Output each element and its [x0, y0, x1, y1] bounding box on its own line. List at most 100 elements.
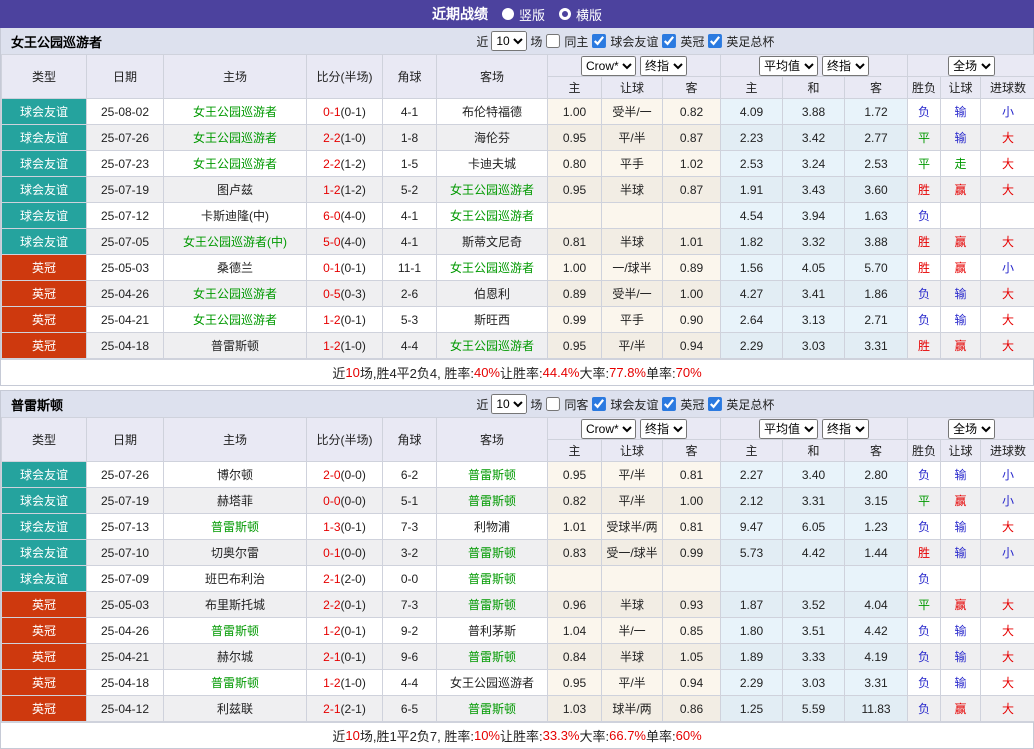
match-row: 英冠25-04-21赫尔城2-1(0-1)9-6普雷斯顿0.84半球1.051.…	[2, 644, 1034, 670]
corner-score: 11-1	[383, 255, 437, 281]
match-score: 1-2(1-0)	[307, 333, 383, 359]
avg-draw-odds	[783, 566, 845, 592]
match-date: 25-04-12	[87, 696, 164, 722]
match-row: 球会友谊25-07-13普雷斯顿1-3(0-1)7-3利物浦1.01受球半/两0…	[2, 514, 1034, 540]
result-outcome: 平	[908, 125, 941, 151]
summary-text: 近	[332, 363, 345, 382]
filter-row: 普雷斯顿 近 10 场 同客 球会友谊 英冠 英足总杯	[1, 391, 1033, 417]
same-venue-checkbox[interactable]	[546, 34, 560, 48]
league-championship-label: 英冠	[680, 396, 704, 413]
result-outcome: 负	[908, 462, 941, 488]
crow-away-odds: 0.81	[663, 514, 721, 540]
fulltime-score: 1-2	[323, 624, 340, 638]
result-outcome: 负	[908, 566, 941, 592]
avg-company-select[interactable]: 平均值	[759, 56, 818, 76]
avg-draw-odds: 3.33	[783, 644, 845, 670]
crow-handicap: 半球	[602, 177, 663, 203]
corner-score: 6-5	[383, 696, 437, 722]
league-facup-checkbox[interactable]	[708, 34, 722, 48]
match-score: 0-1(0-1)	[307, 99, 383, 125]
result-goals: 小	[981, 462, 1034, 488]
match-score: 0-1(0-1)	[307, 255, 383, 281]
avg-draw-odds: 3.41	[783, 281, 845, 307]
avg-draw-odds: 3.94	[783, 203, 845, 229]
avg-final-select[interactable]: 终指	[822, 419, 869, 439]
match-row: 球会友谊25-07-19赫塔菲0-0(0-0)5-1普雷斯顿0.82平/半1.0…	[2, 488, 1034, 514]
away-team: 女王公园巡游者	[437, 333, 548, 359]
match-row: 球会友谊25-07-26博尔顿2-0(0-0)6-2普雷斯顿0.95平/半0.8…	[2, 462, 1034, 488]
crow-away-odds: 0.94	[663, 670, 721, 696]
result-goals: 大	[981, 333, 1034, 359]
layout-radio-vertical[interactable]: 竖版	[502, 5, 545, 24]
crow-company-select[interactable]: Crow*	[581, 419, 636, 439]
col-corner: 角球	[383, 418, 437, 462]
crow-away-odds: 0.81	[663, 462, 721, 488]
summary-text: 70%	[676, 365, 702, 380]
avg-home-odds: 1.56	[721, 255, 783, 281]
result-goals	[981, 566, 1034, 592]
avg-home-odds: 5.73	[721, 540, 783, 566]
halftime-score: (1-2)	[341, 157, 366, 171]
corner-score: 9-2	[383, 618, 437, 644]
crow-handicap: 受一/球半	[602, 540, 663, 566]
layout-radio-horizontal[interactable]: 横版	[559, 5, 602, 24]
halftime-score: (1-2)	[341, 183, 366, 197]
fulltime-score: 5-0	[323, 235, 340, 249]
subcol-handicap-result: 让球	[941, 440, 981, 462]
avg-home-odds: 1.25	[721, 696, 783, 722]
same-venue-checkbox[interactable]	[546, 397, 560, 411]
match-date: 25-07-10	[87, 540, 164, 566]
crow-final-select[interactable]: 终指	[640, 56, 687, 76]
corner-score: 3-2	[383, 540, 437, 566]
crow-away-odds	[663, 566, 721, 592]
crow-handicap: 受球半/两	[602, 514, 663, 540]
league-friendly-checkbox[interactable]	[592, 397, 606, 411]
summary-text: 44.4%	[543, 365, 580, 380]
col-corner: 角球	[383, 55, 437, 99]
same-venue-label: 同主	[564, 33, 588, 50]
halftime-score: (0-3)	[341, 287, 366, 301]
record-summary: 近10场,胜1平2负7, 胜率:10% 让胜率:33.3% 大率:66.7% 单…	[1, 722, 1033, 748]
league-championship-checkbox[interactable]	[662, 397, 676, 411]
summary-text: 77.8%	[609, 365, 646, 380]
crow-company-select[interactable]: Crow*	[581, 56, 636, 76]
crow-home-odds: 1.01	[548, 514, 602, 540]
home-team: 布里斯托城	[164, 592, 307, 618]
result-handicap	[941, 566, 981, 592]
scope-select[interactable]: 全场	[948, 56, 995, 76]
subcol-avg-home: 主	[721, 440, 783, 462]
crow-handicap: 半球	[602, 592, 663, 618]
away-team: 普雷斯顿	[437, 696, 548, 722]
avg-away-odds: 3.31	[845, 333, 908, 359]
result-handicap: 输	[941, 514, 981, 540]
avg-away-odds: 1.44	[845, 540, 908, 566]
home-team: 普雷斯顿	[164, 618, 307, 644]
match-score: 1-2(0-1)	[307, 618, 383, 644]
crow-odds-group: Crow*终指	[548, 418, 721, 440]
col-home: 主场	[164, 55, 307, 99]
crow-odds-group: Crow*终指	[548, 55, 721, 77]
home-team: 切奥尔雷	[164, 540, 307, 566]
match-date: 25-07-19	[87, 488, 164, 514]
league-facup-label: 英足总杯	[726, 33, 774, 50]
result-goals: 小	[981, 255, 1034, 281]
avg-away-odds: 4.19	[845, 644, 908, 670]
away-team: 普雷斯顿	[437, 540, 548, 566]
league-friendly-checkbox[interactable]	[592, 34, 606, 48]
crow-final-select[interactable]: 终指	[640, 419, 687, 439]
match-row: 球会友谊25-07-05女王公园巡游者(中)5-0(4-0)4-1斯蒂文尼奇0.…	[2, 229, 1034, 255]
league-championship-checkbox[interactable]	[662, 34, 676, 48]
league-facup-checkbox[interactable]	[708, 397, 722, 411]
recent-count-select[interactable]: 10	[491, 394, 527, 414]
result-handicap: 输	[941, 99, 981, 125]
avg-final-select[interactable]: 终指	[822, 56, 869, 76]
recent-count-select[interactable]: 10	[491, 31, 527, 51]
scope-select[interactable]: 全场	[948, 419, 995, 439]
avg-draw-odds: 5.59	[783, 696, 845, 722]
avg-company-select[interactable]: 平均值	[759, 419, 818, 439]
subcol-avg-away: 客	[845, 77, 908, 99]
crow-home-odds: 0.95	[548, 177, 602, 203]
result-handicap: 赢	[941, 255, 981, 281]
subcol-outcome: 胜负	[908, 77, 941, 99]
away-team: 卡迪夫城	[437, 151, 548, 177]
